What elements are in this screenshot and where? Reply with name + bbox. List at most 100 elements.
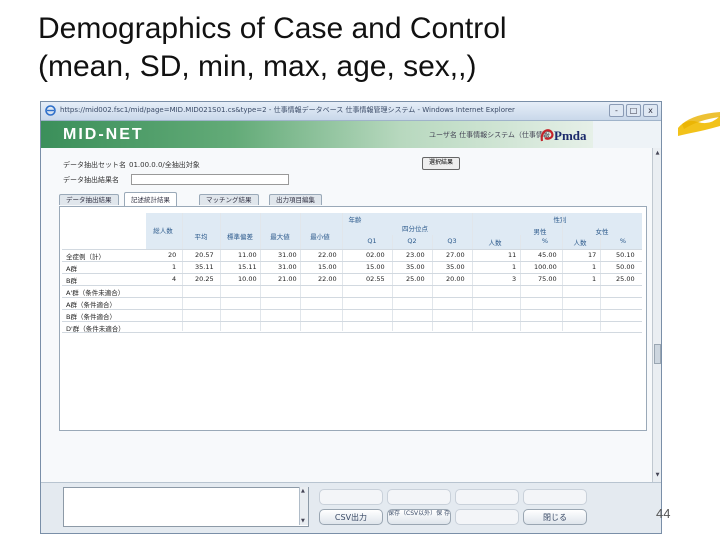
footer-placeholder-button-5 xyxy=(455,509,519,525)
col-q3-header: Q3 xyxy=(447,237,457,245)
pmda-logo: Pmda xyxy=(540,128,587,143)
col-max-header: 最大値 xyxy=(270,233,290,241)
row-q1: 02.55 xyxy=(366,275,385,283)
row-q3: 27.00 xyxy=(446,251,465,259)
footer-placeholder-button-3 xyxy=(455,489,519,505)
col-min-header: 最小値 xyxy=(310,233,330,241)
save-button[interactable]: 保存（CSV以外）保 存 xyxy=(387,509,451,525)
row-label: A群（条件適合） xyxy=(66,301,116,309)
col-mean-header: 平均 xyxy=(194,233,208,241)
col-total-header: 総人数 xyxy=(153,227,173,235)
row-max: 21.00 xyxy=(278,275,297,283)
col-male-pct-header: % xyxy=(541,237,549,245)
row-q2: 25.00 xyxy=(406,275,425,283)
row-max: 31.00 xyxy=(278,251,297,259)
row-label: A'群（条件未適合） xyxy=(66,289,125,297)
col-q1-header: Q1 xyxy=(367,237,377,245)
internet-explorer-icon xyxy=(45,105,56,116)
row-label: 全症例（計） xyxy=(66,253,105,261)
maximize-button[interactable]: □ xyxy=(626,104,641,117)
col-sd-header: 標準偏差 xyxy=(227,233,253,241)
footer-placeholder-button-4 xyxy=(523,489,587,505)
tab-descriptive[interactable]: 記述統計結果 xyxy=(124,192,177,206)
memo-scroll-up-icon[interactable]: ▲ xyxy=(301,488,305,494)
app-logo: MID-NET xyxy=(63,126,144,143)
extraction-name-input[interactable] xyxy=(131,174,289,185)
col-female-n-header: 人数 xyxy=(573,239,587,247)
row-male-pct: 100.00 xyxy=(534,263,557,271)
col-male-header: 男性 xyxy=(533,228,547,236)
row-total: 4 xyxy=(172,275,177,283)
col-q2-header: Q2 xyxy=(407,237,417,245)
row-female-pct: 25.00 xyxy=(616,275,635,283)
tab-output-edit[interactable]: 出力項目編集 xyxy=(269,194,322,205)
row-mean: 20.57 xyxy=(195,251,214,259)
main-content: データ抽出セット名 01.00.0.0/全抽出対象 選択結果 データ抽出結果名 デ… xyxy=(41,148,652,482)
row-mean: 35.11 xyxy=(195,263,214,271)
row-sd: 10.00 xyxy=(238,275,257,283)
row-male-n: 11 xyxy=(508,251,517,259)
row-male-pct: 75.00 xyxy=(538,275,557,283)
row-total: 1 xyxy=(172,263,177,271)
memo-scrollbar[interactable]: ▲ ▼ xyxy=(299,487,308,525)
extraction-label: データ抽出結果名 xyxy=(63,176,119,184)
slide-title-line1: Demographics of Case and Control xyxy=(38,12,507,45)
slide-title: Demographics of Case and Control (mean, … xyxy=(38,10,658,86)
row-max: 31.00 xyxy=(278,263,297,271)
scroll-up-icon[interactable]: ▲ xyxy=(654,150,661,157)
row-label: A群 xyxy=(66,265,77,273)
row-female-n: 17 xyxy=(588,251,597,259)
group-sex-header: 性別 xyxy=(553,216,567,224)
row-min: 22.00 xyxy=(318,251,337,259)
close-window-button[interactable]: x xyxy=(643,104,658,117)
slide-title-line2: (mean, SD, min, max, age, sex,,) xyxy=(38,50,477,83)
row-q1: 02.00 xyxy=(366,251,385,259)
col-quartile-header: 四分位点 xyxy=(402,225,428,233)
col-male-n-header: 人数 xyxy=(488,239,502,247)
row-male-pct: 45.00 xyxy=(538,251,557,259)
col-female-header: 女性 xyxy=(595,228,609,236)
csv-export-button[interactable]: CSV出力 xyxy=(319,509,383,525)
dataset-label: データ抽出セット名 xyxy=(63,161,126,169)
memo-textarea[interactable] xyxy=(63,487,309,527)
app-banner: MID-NET ユーザ名 仕事情報システム（仕事情報） Pmda xyxy=(41,121,593,148)
row-sd: 15.11 xyxy=(238,263,257,271)
row-min: 15.00 xyxy=(318,263,337,271)
row-female-n: 1 xyxy=(592,275,597,283)
row-sd: 11.00 xyxy=(238,251,257,259)
row-female-n: 1 xyxy=(592,263,597,271)
row-label: B群 xyxy=(66,277,77,285)
dataset-row: データ抽出セット名 01.00.0.0/全抽出対象 xyxy=(63,160,200,170)
scroll-thumb[interactable] xyxy=(654,344,661,364)
row-q3: 20.00 xyxy=(446,275,465,283)
stats-table: 年齢 性別 総人数 平均 標準偏差 最大値 最小値 四分位点 Q1 Q2 Q3 … xyxy=(59,206,647,431)
tab-matching[interactable]: マッチング結果 xyxy=(199,194,259,205)
row-male-n: 1 xyxy=(512,263,517,271)
row-female-pct: 50.00 xyxy=(616,263,635,271)
close-button[interactable]: 閉じる xyxy=(523,509,587,525)
highlighter-stroke-icon xyxy=(678,112,720,136)
vertical-scrollbar[interactable]: ▲ ▼ xyxy=(652,148,661,482)
row-q2: 35.00 xyxy=(406,263,425,271)
browser-window: https://mid002.fsc1/mid/page=MID.MID021S… xyxy=(40,101,662,534)
row-total: 20 xyxy=(168,251,177,259)
footer-placeholder-button-2 xyxy=(387,489,451,505)
row-male-n: 3 xyxy=(512,275,517,283)
row-q3: 35.00 xyxy=(446,263,465,271)
window-titlebar: https://mid002.fsc1/mid/page=MID.MID021S… xyxy=(41,102,661,121)
tab-extraction[interactable]: データ抽出結果 xyxy=(59,194,119,205)
col-female-pct-header: % xyxy=(619,237,627,245)
footer-placeholder-button-1 xyxy=(319,489,383,505)
row-label: B群（条件適合） xyxy=(66,313,116,321)
row-mean: 20.25 xyxy=(195,275,214,283)
select-result-button[interactable]: 選択結果 xyxy=(422,157,460,170)
row-min: 22.00 xyxy=(318,275,337,283)
row-q2: 23.00 xyxy=(406,251,425,259)
window-title: https://mid002.fsc1/mid/page=MID.MID021S… xyxy=(60,106,515,114)
scroll-down-icon[interactable]: ▼ xyxy=(654,472,661,479)
minimize-button[interactable]: - xyxy=(609,104,624,117)
memo-scroll-down-icon[interactable]: ▼ xyxy=(301,518,305,524)
row-q1: 15.00 xyxy=(366,263,385,271)
dataset-value: 01.00.0.0/全抽出対象 xyxy=(129,161,200,169)
row-female-pct: 50.10 xyxy=(616,251,635,259)
